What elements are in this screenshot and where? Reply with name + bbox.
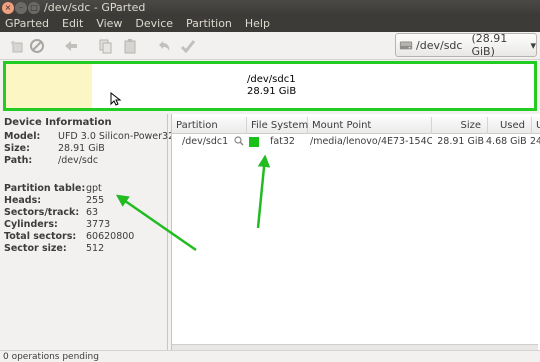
- close-window-button[interactable]: ×: [2, 2, 14, 14]
- status-bar: 0 operations pending: [0, 350, 540, 362]
- search-icon: [234, 136, 244, 146]
- mouse-pointer-icon: [110, 92, 122, 106]
- filesystem-color-swatch: [249, 137, 259, 147]
- device-size: (28.91 GiB): [471, 32, 508, 58]
- disk-map[interactable]: /dev/sdc1 28.91 GiB: [3, 61, 537, 111]
- device-information-heading: Device Information: [4, 117, 112, 128]
- cell-unused: 24: [530, 136, 540, 147]
- apply-button[interactable]: [180, 38, 196, 54]
- window-title: /dev/sdc - GParted: [44, 1, 146, 14]
- cell-used: 4.68 GiB: [486, 136, 526, 147]
- resize-move-button[interactable]: [63, 38, 79, 54]
- col-used[interactable]: Used: [488, 117, 532, 134]
- disk-map-used-space: [6, 64, 92, 108]
- minimize-window-button[interactable]: –: [15, 2, 27, 14]
- window-controls: × – □: [2, 2, 40, 14]
- col-partition[interactable]: Partition: [172, 117, 247, 134]
- table-header: Partition File System Mount Point Size U…: [172, 117, 540, 134]
- copy-icon: [99, 39, 112, 54]
- col-mount-point[interactable]: Mount Point: [308, 117, 432, 134]
- checkmark-icon: [180, 40, 196, 54]
- undo-icon: [159, 41, 170, 51]
- info-path: Path:/dev/sdc: [4, 155, 99, 166]
- disk-map-size: 28.91 GiB: [247, 86, 297, 97]
- device-information-panel: Device Information Model: UFD 3.0 Silicon…: [0, 114, 182, 350]
- device-selector[interactable]: /dev/sdc (28.91 GiB) ▾: [395, 32, 537, 58]
- menu-view[interactable]: View: [96, 16, 122, 32]
- delete-icon: [30, 39, 44, 53]
- cell-size: 28.91 GiB: [437, 136, 484, 147]
- operations-pending-status: 0 operations pending: [3, 352, 99, 362]
- info-model: Model: UFD 3.0 Silicon-Power32G: [4, 131, 182, 142]
- info-heads: Heads: 255: [4, 195, 105, 206]
- col-unused[interactable]: Un: [532, 117, 540, 134]
- info-cylinders: Cylinders: 3773: [4, 219, 111, 230]
- chevron-down-icon: ▾: [530, 38, 536, 52]
- resize-move-icon: [65, 41, 77, 51]
- cell-partition: /dev/sdc1: [182, 136, 229, 147]
- menu-device[interactable]: Device: [135, 16, 173, 32]
- partition-list: Partition File System Mount Point Size U…: [171, 114, 540, 350]
- cell-filesystem: fat32: [270, 136, 295, 147]
- paste-icon: [124, 39, 136, 54]
- table-row[interactable]: /dev/sdc1 fat32 /media/lenovo/4E73-154C …: [172, 134, 540, 149]
- info-partition-table: Partition table: gpt: [4, 183, 102, 194]
- copy-button[interactable]: [97, 38, 113, 54]
- menu-edit[interactable]: Edit: [62, 16, 83, 32]
- disk-map-label: /dev/sdc1 28.91 GiB: [247, 74, 296, 98]
- maximize-window-button[interactable]: □: [28, 2, 40, 14]
- info-total-sectors: Total sectors: 60620800: [4, 231, 135, 242]
- paste-button[interactable]: [122, 38, 138, 54]
- info-sectors-track: Sectors/track: 63: [4, 207, 99, 218]
- info-sector-size: Sector size: 512: [4, 243, 105, 254]
- col-file-system[interactable]: File System: [247, 117, 308, 134]
- cell-mount-point: /media/lenovo/4E73-154C: [310, 136, 432, 147]
- menu-bar: GParted Edit View Device Partition Help: [0, 16, 540, 32]
- new-partition-button[interactable]: [9, 38, 25, 54]
- delete-partition-button[interactable]: [29, 38, 45, 54]
- hard-disk-icon: [399, 41, 413, 50]
- title-bar: × – □ /dev/sdc - GParted: [0, 0, 540, 16]
- info-size: Size: 28.91 GiB: [4, 143, 105, 154]
- col-size[interactable]: Size: [432, 117, 488, 134]
- device-path: /dev/sdc: [416, 38, 463, 52]
- menu-partition[interactable]: Partition: [186, 16, 232, 32]
- disk-map-partition: /dev/sdc1: [247, 74, 296, 85]
- menu-help[interactable]: Help: [245, 16, 270, 32]
- undo-button[interactable]: [156, 38, 172, 54]
- menu-gparted[interactable]: GParted: [5, 16, 49, 32]
- new-icon: [11, 41, 23, 53]
